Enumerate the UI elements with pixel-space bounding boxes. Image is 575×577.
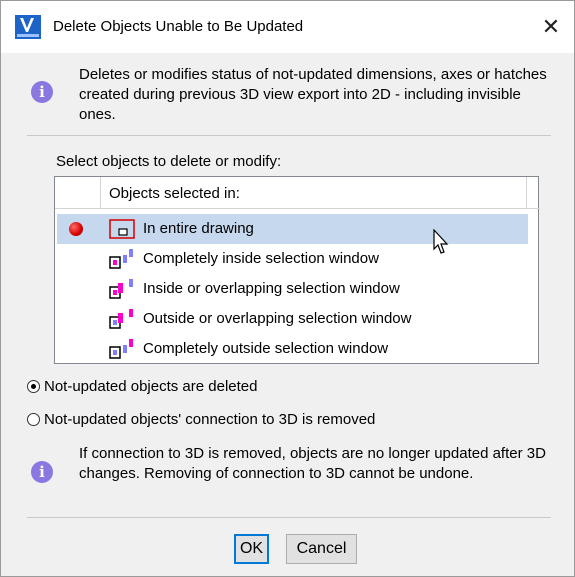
separator <box>27 135 551 136</box>
info-icon: i <box>31 81 53 103</box>
option-remove-connection-radio[interactable]: Not-updated objects' connection to 3D is… <box>27 411 375 428</box>
window-title: Delete Objects Unable to Be Updated <box>53 18 304 35</box>
radio-button-unchecked[interactable] <box>27 413 40 426</box>
list-item-label: In entire drawing <box>143 220 254 237</box>
close-icon: ✕ <box>541 14 561 39</box>
outside-overlapping-icon <box>109 309 133 329</box>
list-item-label: Outside or overlapping selection window <box>143 310 412 327</box>
inside-overlapping-icon <box>109 279 133 299</box>
radio-button-checked[interactable] <box>27 380 40 393</box>
list-header: Objects selected in: <box>55 177 540 209</box>
dialog-window: Delete Objects Unable to Be Updated ✕ i … <box>0 0 575 577</box>
selected-marker-icon <box>69 222 83 236</box>
option-remove-connection-label: Not-updated objects' connection to 3D is… <box>44 411 376 428</box>
cancel-button[interactable]: Cancel <box>286 534 357 564</box>
list-item-completely-outside[interactable]: Completely outside selection window <box>57 334 528 364</box>
title-bar: Delete Objects Unable to Be Updated ✕ <box>1 1 574 53</box>
list-item-outside-overlapping[interactable]: Outside or overlapping selection window <box>57 304 528 334</box>
entire-drawing-icon <box>109 219 135 239</box>
description-text: Deletes or modifies status of not-update… <box>79 66 547 123</box>
option-delete-radio[interactable]: Not-updated objects are deleted <box>27 378 257 395</box>
option-delete-label: Not-updated objects are deleted <box>44 378 258 395</box>
list-item-entire-drawing[interactable]: In entire drawing <box>57 214 528 244</box>
list-item-label: Completely inside selection window <box>143 250 379 267</box>
header-label: Objects selected in: <box>109 185 240 202</box>
warning-note: If connection to 3D is removed, objects … <box>79 445 546 482</box>
close-button[interactable]: ✕ <box>528 1 574 53</box>
list-item-label: Inside or overlapping selection window <box>143 280 400 297</box>
separator <box>27 517 551 518</box>
mouse-cursor-icon <box>433 229 449 254</box>
outside-window-icon <box>109 339 133 359</box>
list-item-label: Completely outside selection window <box>143 340 389 357</box>
app-logo-icon <box>15 15 41 39</box>
ok-button[interactable]: OK <box>234 534 269 564</box>
select-prompt: Select objects to delete or modify: <box>56 153 282 170</box>
list-item-inside-overlapping[interactable]: Inside or overlapping selection window <box>57 274 528 304</box>
info-icon: i <box>31 461 53 483</box>
header-marker-column[interactable] <box>55 177 101 208</box>
objects-listbox[interactable]: Objects selected in: In entire drawing C… <box>54 176 540 364</box>
inside-window-icon <box>109 249 133 269</box>
list-item-completely-inside[interactable]: Completely inside selection window <box>57 244 528 274</box>
